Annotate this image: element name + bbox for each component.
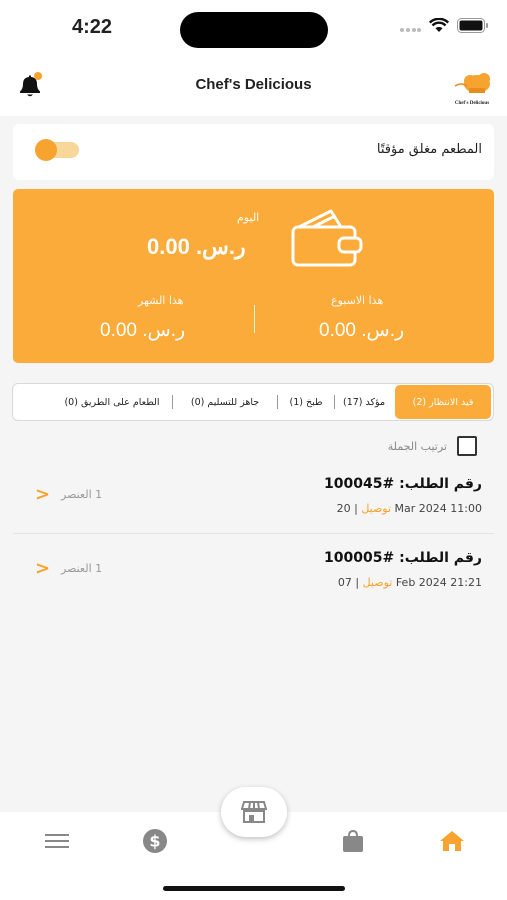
tab-ready[interactable]: جاهز للتسليم (0) bbox=[173, 384, 277, 420]
bag-icon bbox=[343, 829, 363, 852]
tab-cooking[interactable]: طبخ (1) bbox=[278, 384, 334, 420]
nav-orders[interactable] bbox=[338, 828, 368, 854]
nav-earnings[interactable]: $ bbox=[140, 828, 170, 854]
status-icons bbox=[399, 18, 489, 33]
order-meta-separator: | bbox=[354, 502, 358, 515]
store-icon bbox=[241, 801, 267, 823]
order-divider bbox=[13, 533, 494, 534]
earnings-card: اليوم ر.س. 0.00 هذا الاسبوع ر.س. 0.00 هذ… bbox=[13, 189, 494, 363]
week-label: هذا الاسبوع bbox=[331, 294, 384, 307]
app-title: Chef's Delicious bbox=[195, 76, 312, 93]
tab-confirmed[interactable]: مؤكد (17) bbox=[335, 384, 393, 420]
order-items-count: 1 العنصر bbox=[61, 488, 103, 501]
restaurant-closed-label: المطعم مغلق مؤقتًا bbox=[376, 142, 482, 157]
brand-logo: Chef's Delicious bbox=[447, 70, 497, 106]
status-bar: 4:22 bbox=[0, 0, 507, 58]
today-value: ر.س. 0.00 bbox=[147, 234, 246, 259]
wifi-icon bbox=[429, 18, 449, 32]
order-number: رقم الطلب: #100005 bbox=[324, 550, 482, 566]
order-status-tabs: قيد الانتظار (2) مؤكد (17) طبخ (1) جاهز … bbox=[12, 383, 494, 421]
nav-home[interactable] bbox=[437, 828, 467, 854]
signal-icon bbox=[400, 27, 421, 32]
order-datetime: 07 Feb 2024 21:21 bbox=[337, 576, 482, 589]
dollar-icon: $ bbox=[143, 829, 167, 853]
svg-text:$: $ bbox=[149, 832, 160, 851]
home-icon bbox=[440, 831, 464, 851]
menu-icon bbox=[45, 834, 69, 848]
month-label: هذا الشهر bbox=[138, 294, 184, 307]
app-bar: Chef's Delicious Chef's Delicious bbox=[0, 58, 507, 116]
logo-text: Chef's Delicious bbox=[454, 101, 490, 106]
home-indicator bbox=[163, 886, 345, 891]
dynamic-island bbox=[180, 12, 328, 48]
battery-icon bbox=[457, 18, 488, 33]
bulk-select-label: ترتيب الجملة bbox=[387, 439, 447, 453]
restaurant-closed-toggle[interactable] bbox=[35, 139, 79, 161]
chevron-right-icon: > bbox=[35, 484, 51, 505]
month-value: ر.س. 0.00 bbox=[100, 320, 186, 341]
chef-hat-logo-icon bbox=[454, 73, 490, 93]
order-type: توصيل bbox=[361, 502, 392, 515]
bulk-select-checkbox[interactable] bbox=[457, 436, 477, 456]
toggle-knob bbox=[35, 139, 57, 161]
chevron-right-icon: > bbox=[35, 558, 51, 579]
tab-on-the-way[interactable]: الطعام على الطريق (0) bbox=[52, 384, 172, 420]
order-meta: توصيل | 20 Mar 2024 11:00 bbox=[337, 502, 482, 515]
earnings-divider bbox=[254, 305, 255, 333]
tab-pending[interactable]: قيد الانتظار (2) bbox=[395, 385, 491, 419]
order-row[interactable]: > 1 العنصر رقم الطلب: #100045 توصيل | 20… bbox=[13, 470, 494, 530]
order-number: رقم الطلب: #100045 bbox=[324, 476, 482, 492]
bulk-select: ترتيب الجملة bbox=[388, 436, 477, 456]
order-meta-separator: | bbox=[355, 576, 360, 589]
restaurant-status-card: المطعم مغلق مؤقتًا bbox=[13, 124, 494, 180]
order-meta: توصيل | 07 Feb 2024 21:21 bbox=[338, 576, 482, 589]
wallet-icon bbox=[291, 209, 363, 267]
order-type: توصيل bbox=[362, 576, 393, 589]
order-datetime: 20 Mar 2024 11:00 bbox=[336, 502, 482, 515]
order-items-count: 1 العنصر bbox=[61, 562, 103, 575]
store-button[interactable] bbox=[221, 787, 287, 837]
nav-menu[interactable] bbox=[42, 828, 72, 854]
today-label: اليوم bbox=[237, 211, 260, 224]
status-time: 4:22 bbox=[72, 16, 113, 38]
week-value: ر.س. 0.00 bbox=[319, 320, 405, 341]
order-row[interactable]: > 1 العنصر رقم الطلب: #100005 توصيل | 07… bbox=[13, 544, 494, 604]
